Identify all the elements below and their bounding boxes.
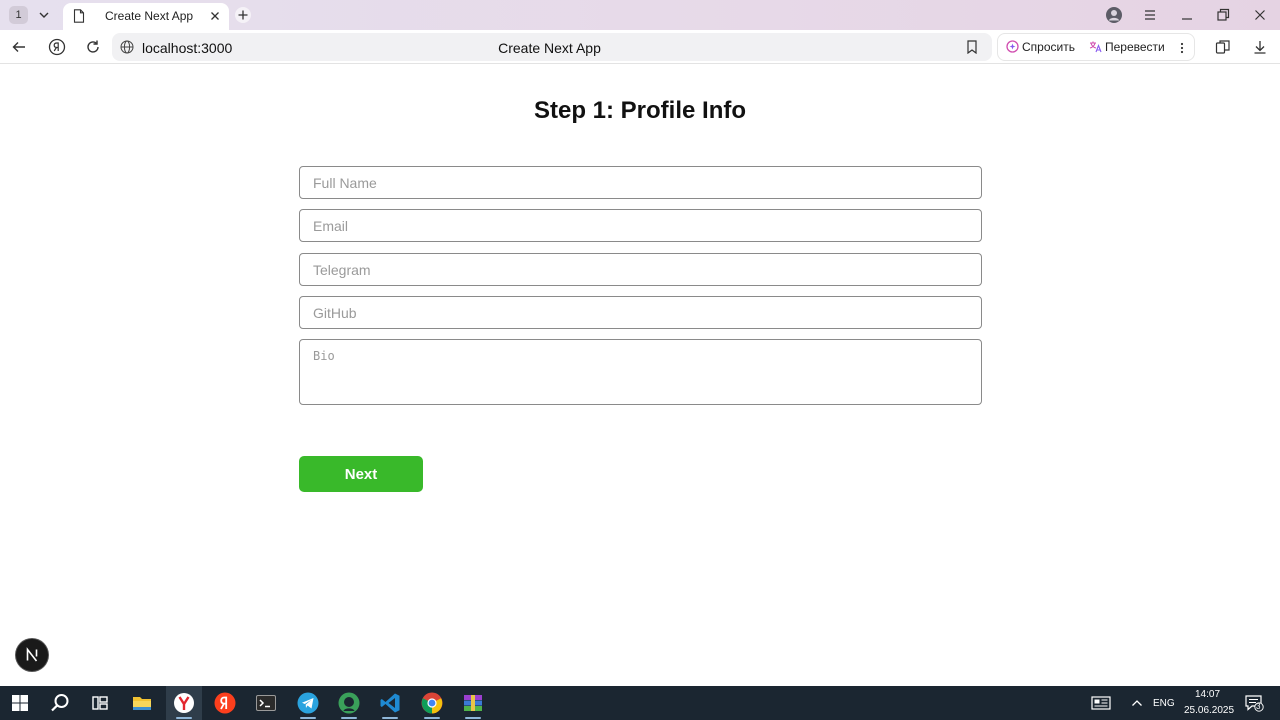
restore-icon[interactable] [1214,6,1232,24]
translate-icon [1089,41,1102,53]
windows-taskbar: ENG 14:07 25.06.2025 3 [0,686,1280,720]
yandex-icon[interactable] [213,691,237,715]
translate-button[interactable]: Перевести [1089,40,1165,54]
telegram-icon[interactable] [296,691,320,715]
document-icon [73,9,85,23]
clock-date[interactable]: 25.06.2025 [1184,705,1234,716]
ask-sparkle-icon [1006,40,1019,53]
translate-label: Перевести [1105,40,1165,54]
terminal-icon[interactable] [254,691,278,715]
bookmark-icon[interactable] [965,40,979,54]
address-bar[interactable]: localhost:3000 Create Next App [112,33,992,61]
news-widget-icon[interactable] [1091,696,1111,710]
language-indicator[interactable]: ENG [1153,698,1175,709]
address-toolbar: localhost:3000 Create Next App Спросить … [0,30,1280,64]
chevron-up-icon[interactable] [1131,698,1143,708]
menu-icon[interactable] [1141,6,1159,24]
yandex-icon[interactable] [48,38,66,56]
file-explorer-icon[interactable] [130,691,154,715]
page-content: Step 1: Profile Info Next [0,64,1280,686]
form-heading: Step 1: Profile Info [533,97,746,124]
assistant-actions: Спросить Перевести [997,33,1195,61]
full-name-input[interactable] [299,166,982,199]
minimize-icon[interactable] [1178,6,1196,24]
task-view-icon[interactable] [88,691,112,715]
next-button[interactable]: Next [299,456,423,492]
profile-icon[interactable] [1105,6,1123,24]
telegram-running-indicator [300,717,316,719]
telegram-input[interactable] [299,253,982,286]
active-app-indicator [176,717,192,719]
email-input[interactable] [299,209,982,242]
back-arrow-icon[interactable] [10,38,28,56]
clock-time[interactable]: 14:07 [1195,689,1220,700]
collections-icon[interactable] [1214,38,1232,56]
chrome-running-indicator [424,717,440,719]
vscode-running-indicator [382,717,398,719]
nextjs-dev-indicator[interactable] [16,639,48,671]
more-vertical-icon[interactable] [1177,41,1187,55]
start-icon[interactable] [8,691,32,715]
nextjs-logo-icon [26,647,38,662]
chevron-down-icon[interactable] [36,7,52,23]
github-input[interactable] [299,296,982,329]
search-icon[interactable] [48,691,72,715]
tab-counter[interactable]: 1 [9,6,28,24]
ask-label: Спросить [1022,40,1075,54]
chrome-icon[interactable] [420,691,444,715]
bio-textarea[interactable] [299,339,982,405]
winrar-icon[interactable] [461,691,485,715]
reload-icon[interactable] [84,38,102,56]
notification-count: 3 [1256,702,1261,711]
close-window-icon[interactable] [1251,6,1269,24]
close-icon[interactable] [208,9,222,23]
browser-tab-bar: 1 Create Next App [0,0,1280,30]
ask-button[interactable]: Спросить [1006,40,1075,54]
github-desktop-icon[interactable] [337,691,361,715]
github-running-indicator [341,717,357,719]
new-tab-plus-icon[interactable] [234,6,252,24]
tab-create-next-app[interactable]: Create Next App [63,3,229,30]
yandex-browser-icon[interactable] [172,691,196,715]
vscode-icon[interactable] [378,691,402,715]
download-icon[interactable] [1251,38,1269,56]
notifications-icon[interactable] [1244,694,1264,712]
winrar-running-indicator [465,717,481,719]
page-title-display: Create Next App [498,40,601,56]
tab-title: Create Next App [105,9,194,23]
